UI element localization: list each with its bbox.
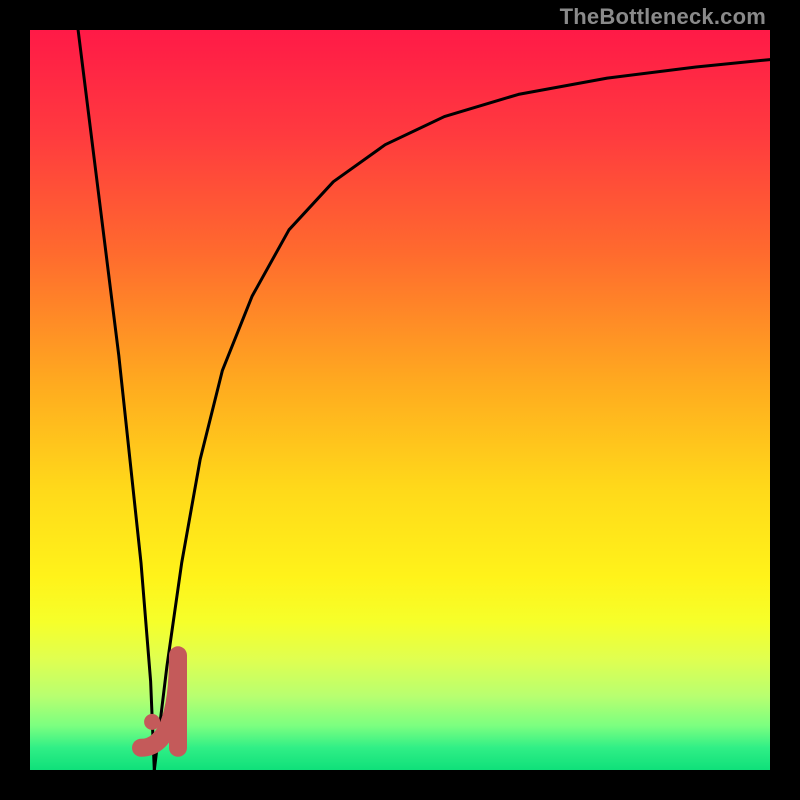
curves-layer bbox=[30, 30, 770, 770]
plot-area bbox=[30, 30, 770, 770]
j-marker bbox=[141, 655, 178, 748]
outer-frame: TheBottleneck.com bbox=[0, 0, 800, 800]
watermark-text: TheBottleneck.com bbox=[560, 4, 766, 30]
curve-left-branch bbox=[78, 30, 154, 770]
curve-right-branch bbox=[154, 60, 770, 770]
